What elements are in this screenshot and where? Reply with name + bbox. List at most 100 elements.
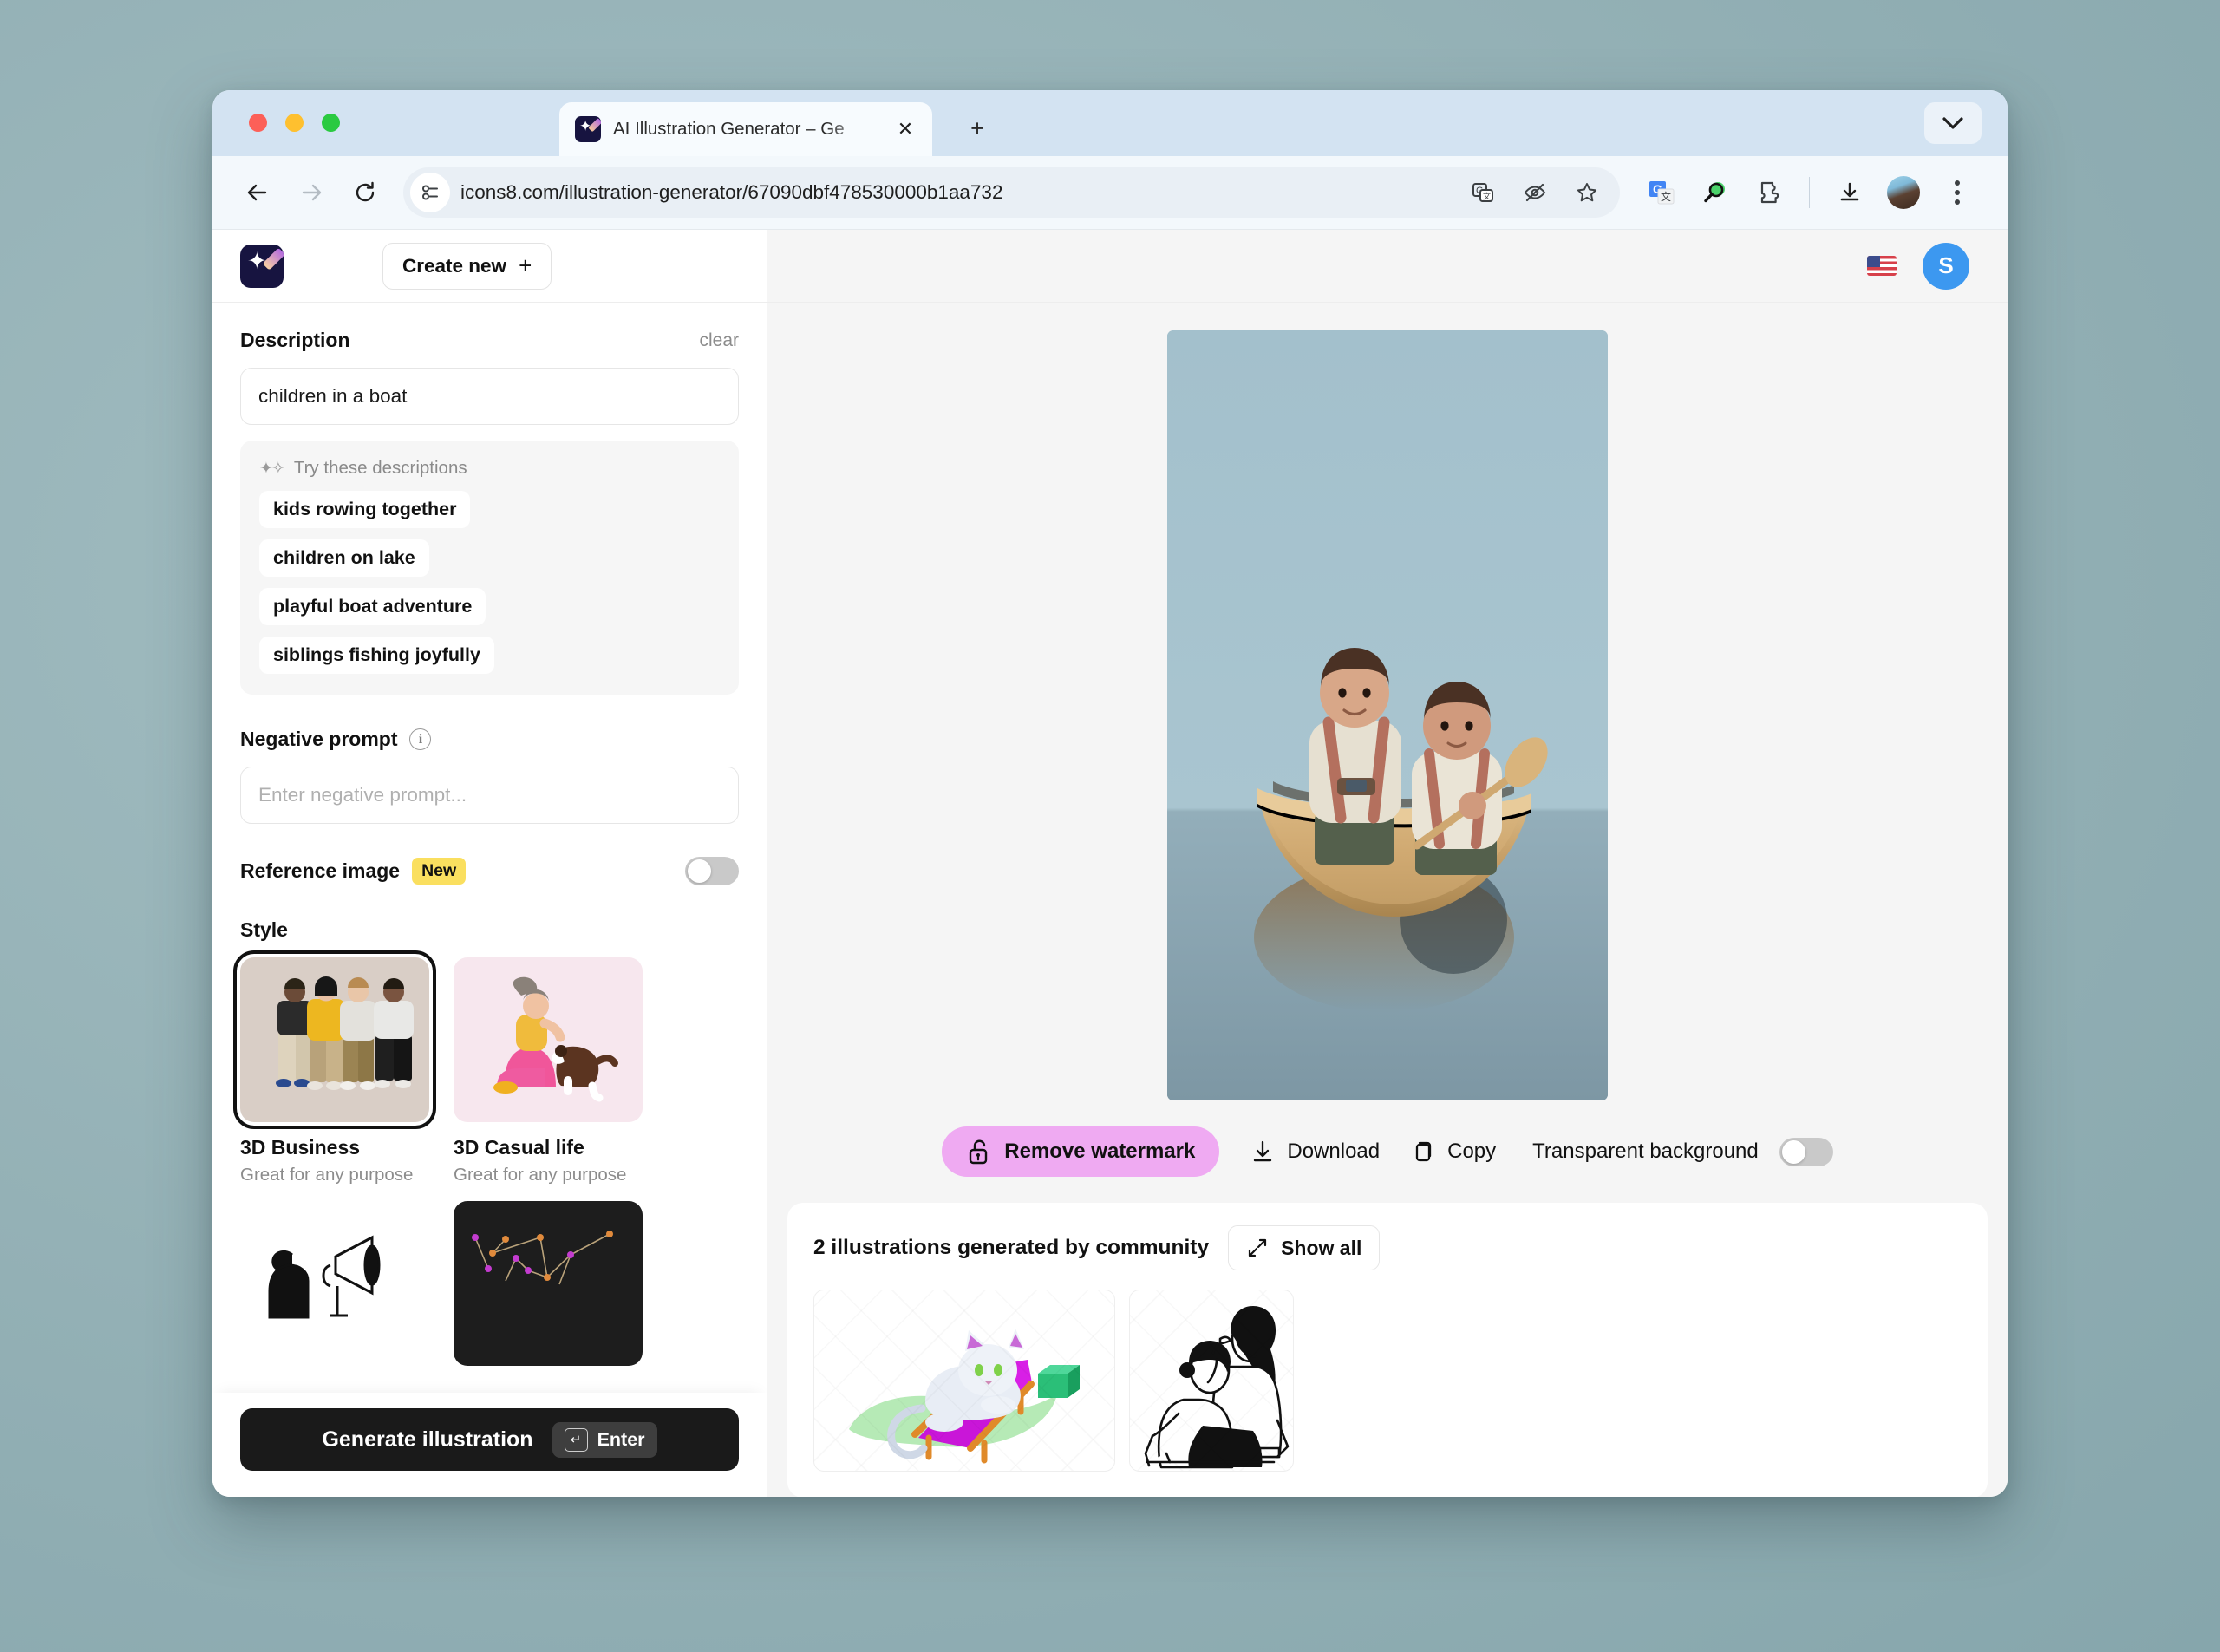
transparent-background-toggle[interactable] [1779,1137,1833,1166]
suggestion-chip[interactable]: children on lake [259,539,429,577]
style-card-partial-dark[interactable] [454,1201,643,1366]
suggestion-chip[interactable]: siblings fishing joyfully [259,637,494,674]
avatar-initial: S [1938,252,1954,278]
watermark-pattern [814,1290,1114,1471]
main-content: Remove watermark Download Copy Transpare… [767,303,2008,1497]
style-thumbnail [454,1201,643,1366]
main-panel: S Remove watermark Download Copy Transpa… [767,230,2008,1497]
style-thumbnail [454,957,643,1122]
browser-window: AI Illustration Generator – Ge ✕ + icons… [212,90,2008,1497]
omnibox-action-icons: G文 [1459,168,1611,217]
expand-arrow-icon [1246,1237,1269,1259]
new-badge: New [412,858,467,885]
favicon-icon [575,116,601,142]
style-name: 3D Casual life [454,1136,584,1159]
translate-icon[interactable]: G文 [1459,168,1507,217]
transparent-background-control[interactable]: Transparent background [1532,1137,1833,1166]
suggestions-panel: ✦✧ Try these descriptions kids rowing to… [240,441,739,695]
new-tab-button[interactable]: + [960,111,995,146]
eye-off-icon[interactable] [1511,168,1559,217]
description-input[interactable]: children in a boat [240,368,739,425]
reference-image-toggle[interactable] [685,857,739,885]
profile-avatar-icon[interactable] [1879,168,1928,217]
community-thumbnail[interactable] [1129,1290,1294,1472]
forward-arrow-icon[interactable] [287,168,336,217]
reference-image-title: Reference image [240,859,401,882]
left-panel: Create new + Description clear children … [212,230,767,1497]
back-arrow-icon[interactable] [233,168,282,217]
suggestion-chip[interactable]: kids rowing together [259,491,471,528]
create-new-button[interactable]: Create new + [382,242,552,290]
community-title: 2 illustrations generated by community [813,1236,1210,1259]
show-all-label: Show all [1281,1236,1362,1259]
suggestion-chip-list: kids rowing together children on lake pl… [259,491,720,674]
style-card-3d-business[interactable]: 3D Business Great for any purpose [233,950,436,1185]
generated-illustration-preview[interactable] [1167,330,1608,1100]
minimize-window-button[interactable] [285,114,304,132]
remove-watermark-button[interactable]: Remove watermark [942,1126,1220,1177]
suggestion-chip[interactable]: playful boat adventure [259,588,486,625]
enter-key-icon: ↵ [564,1427,588,1452]
suggestions-header: ✦✧ Try these descriptions [259,458,720,479]
magnifier-extension-icon[interactable] [1691,168,1740,217]
sidebar-footer: Generate illustration ↵ Enter [212,1393,767,1497]
3d-casual-life-thumbnail-image [454,957,643,1122]
address-bar[interactable]: icons8.com/illustration-generator/67090d… [403,167,1620,218]
toolbar-divider [1809,177,1810,208]
google-translate-extension-icon[interactable]: G文 [1637,168,1686,217]
generate-label: Generate illustration [322,1427,533,1452]
main-header: S [767,230,2008,303]
reload-icon[interactable] [341,168,389,217]
generate-illustration-button[interactable]: Generate illustration ↵ Enter [240,1408,739,1471]
page-viewport: Create new + Description clear children … [212,230,2008,1497]
style-subtitle: Great for any purpose [240,1165,414,1185]
style-card-grid-partial [240,1201,739,1366]
style-title: Style [240,918,288,941]
info-icon[interactable]: i [409,728,432,750]
user-avatar[interactable]: S [1923,242,1969,290]
sidebar-header: Create new + [212,230,767,303]
style-name: 3D Business [240,1136,361,1159]
sparkles-icon: ✦✧ [259,459,285,478]
site-settings-icon[interactable] [410,173,450,212]
community-thumbnail[interactable] [813,1290,1115,1472]
maximize-window-button[interactable] [322,114,340,132]
svg-text:文: 文 [1661,190,1671,203]
constellation-thumbnail-image [454,1201,643,1366]
close-tab-icon[interactable]: ✕ [891,114,920,144]
tab-search-chevron-down-icon[interactable] [1924,102,1982,144]
window-traffic-lights [249,114,340,132]
community-header: 2 illustrations generated by community S… [813,1225,1962,1270]
copy-icon [1411,1139,1435,1164]
style-card-partial-outline[interactable] [240,1201,429,1366]
copy-button[interactable]: Copy [1411,1139,1496,1164]
browser-toolbar: icons8.com/illustration-generator/67090d… [212,156,2008,230]
puzzle-piece-icon[interactable] [1745,168,1793,217]
download-icon[interactable] [1825,168,1874,217]
3d-business-thumbnail-image [240,957,429,1122]
show-all-button[interactable]: Show all [1228,1225,1381,1270]
close-window-button[interactable] [249,114,267,132]
clear-description-button[interactable]: clear [699,330,739,351]
negative-prompt-input[interactable]: Enter negative prompt... [240,767,739,824]
watermark-pattern [1130,1290,1293,1471]
app-logo-icon[interactable] [240,244,284,288]
suggestions-heading: Try these descriptions [293,458,467,478]
style-thumbnail [233,950,436,1129]
community-section: 2 illustrations generated by community S… [787,1203,1988,1497]
transparent-background-label: Transparent background [1532,1139,1759,1163]
browser-tab[interactable]: AI Illustration Generator – Ge ✕ [559,102,932,156]
style-card-3d-casual-life[interactable]: 3D Casual life Great for any purpose [454,957,643,1185]
outline-megaphone-thumbnail-image [240,1201,429,1366]
star-icon[interactable] [1563,168,1611,217]
sidebar-scroll-area[interactable]: Description clear children in a boat ✦✧ … [212,303,767,1393]
tab-title: AI Illustration Generator – Ge [613,119,845,139]
style-thumbnail [240,1201,429,1366]
image-action-bar: Remove watermark Download Copy Transpare… [942,1126,1833,1177]
remove-watermark-label: Remove watermark [1004,1139,1196,1163]
kebab-menu-icon[interactable] [1933,168,1982,217]
download-label: Download [1287,1139,1381,1163]
negative-prompt-title: Negative prompt [240,728,398,750]
us-flag-icon[interactable] [1867,256,1897,276]
download-button[interactable]: Download [1250,1139,1380,1164]
